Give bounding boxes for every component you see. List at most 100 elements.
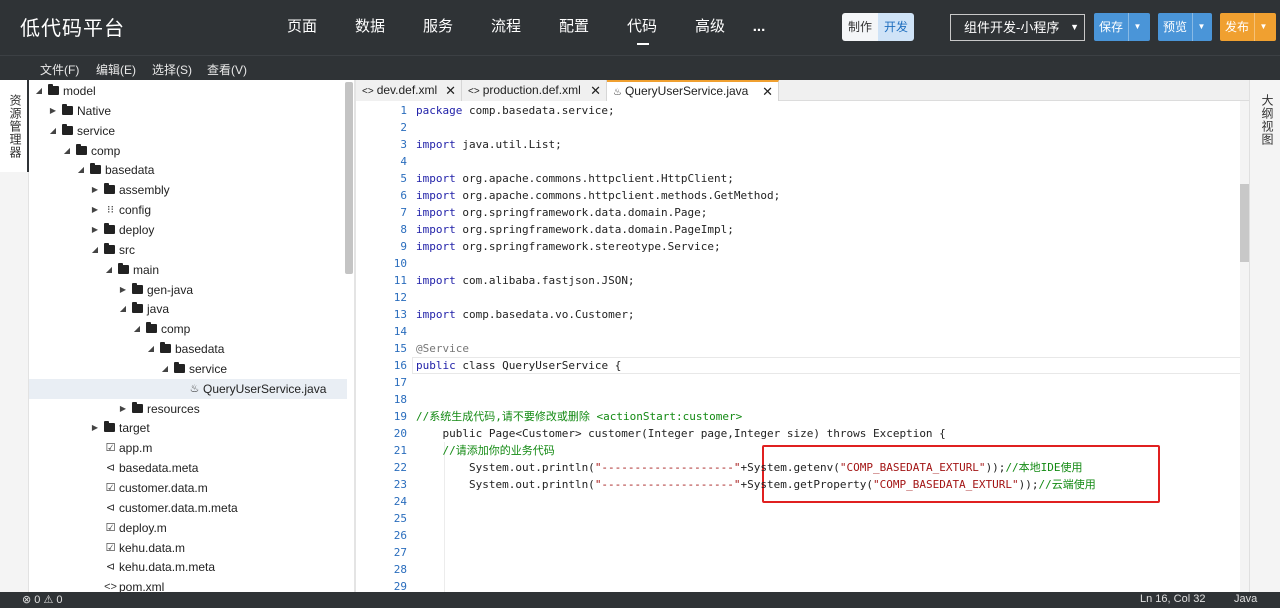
- expand-arrow-icon[interactable]: ▶: [48, 101, 58, 121]
- mode-make-button[interactable]: 制作: [842, 13, 878, 41]
- tree-item[interactable]: ▶ assembly: [29, 180, 347, 200]
- tab-queryuserservice-java[interactable]: ♨ QueryUserService.java ✕: [607, 80, 779, 102]
- code-line[interactable]: public class QueryUserService {: [416, 357, 621, 374]
- tree-item[interactable]: ▶ gen-java: [29, 280, 347, 300]
- code-line[interactable]: import org.apache.commons.httpclient.met…: [416, 187, 780, 204]
- nav-item[interactable]: 页面: [268, 0, 336, 55]
- tree-item[interactable]: ⊲ basedata.meta: [29, 458, 347, 478]
- editor-scrollbar[interactable]: [1240, 101, 1249, 592]
- save-dropdown-icon[interactable]: ▼: [1128, 13, 1146, 41]
- tree-item[interactable]: <> pom.xml: [29, 577, 347, 592]
- environment-select[interactable]: 组件开发-小程序 ▼: [950, 14, 1085, 41]
- collapse-arrow-icon[interactable]: ◢: [104, 260, 114, 280]
- problems-indicator[interactable]: ⊗ 0 ⚠ 0: [22, 593, 63, 606]
- nav-item[interactable]: 数据: [336, 0, 404, 55]
- tree-item[interactable]: ⊲ kehu.data.m.meta: [29, 557, 347, 577]
- mode-dev-button[interactable]: 开发: [878, 13, 914, 41]
- tree-item[interactable]: ▶ ⁝⁝ config: [29, 200, 347, 220]
- tree-item[interactable]: ▶ deploy: [29, 220, 347, 240]
- line-number: 16: [393, 359, 407, 372]
- error-count: 0: [34, 594, 41, 606]
- code-editor[interactable]: 1 package comp.basedata.service; 2 3 import …: [356, 101, 1240, 592]
- code-line[interactable]: public Page<Customer> customer(Integer p…: [416, 425, 945, 442]
- code-line[interactable]: import comp.basedata.vo.Customer;: [416, 306, 635, 323]
- expand-arrow-icon[interactable]: ▶: [90, 200, 100, 220]
- collapse-arrow-icon[interactable]: ◢: [48, 121, 58, 141]
- tree-item[interactable]: ▶ Native: [29, 101, 347, 121]
- code-line[interactable]: import org.apache.commons.httpclient.Htt…: [416, 170, 734, 187]
- code-line[interactable]: import com.alibaba.fastjson.JSON;: [416, 272, 635, 289]
- close-icon[interactable]: ✕: [445, 80, 456, 101]
- code-line[interactable]: import org.springframework.data.domain.P…: [416, 221, 734, 238]
- expand-arrow-icon[interactable]: ▶: [90, 418, 100, 438]
- language-mode[interactable]: Java: [1234, 593, 1257, 605]
- tree-item[interactable]: ◢ model: [29, 81, 347, 101]
- preview-button[interactable]: 预览 ▼: [1158, 13, 1212, 41]
- code-line[interactable]: import java.util.List;: [416, 136, 562, 153]
- code-line[interactable]: System.out.println("--------------------…: [416, 476, 1096, 493]
- preview-dropdown-icon[interactable]: ▼: [1192, 13, 1210, 41]
- tree-item[interactable]: ☑ kehu.data.m: [29, 538, 347, 558]
- tree-item[interactable]: ▶ resources: [29, 399, 347, 419]
- expand-arrow-icon[interactable]: ▶: [118, 280, 128, 300]
- nav-item[interactable]: 代码: [608, 0, 676, 55]
- tree-item[interactable]: ◢ comp: [29, 319, 347, 339]
- expand-arrow-icon[interactable]: ▶: [90, 220, 100, 240]
- save-button[interactable]: 保存 ▼: [1094, 13, 1150, 41]
- collapse-arrow-icon[interactable]: ◢: [146, 339, 156, 359]
- file-tree-scrollbar[interactable]: [345, 82, 353, 274]
- tree-item[interactable]: ▶ target: [29, 418, 347, 438]
- tree-item[interactable]: ◢ main: [29, 260, 347, 280]
- tree-item[interactable]: ◢ service: [29, 121, 347, 141]
- cursor-position[interactable]: Ln 16, Col 32: [1140, 593, 1205, 605]
- tree-item[interactable]: ◢ basedata: [29, 339, 347, 359]
- nav-more-button[interactable]: ...: [744, 0, 774, 55]
- nav-item[interactable]: 流程: [472, 0, 540, 55]
- tree-item[interactable]: ◢ src: [29, 240, 347, 260]
- tab-production-def-xml[interactable]: <> production.def.xml ✕: [462, 80, 607, 101]
- nav-item[interactable]: 配置: [540, 0, 608, 55]
- editor-scrollbar-thumb[interactable]: [1240, 184, 1249, 262]
- collapse-arrow-icon[interactable]: ◢: [62, 141, 72, 161]
- tab-dev-def-xml[interactable]: <> dev.def.xml ✕: [356, 80, 462, 101]
- tree-item[interactable]: ⊲ customer.data.m.meta: [29, 498, 347, 518]
- code-line[interactable]: import org.springframework.stereotype.Se…: [416, 238, 721, 255]
- tree-item[interactable]: ◢ basedata: [29, 160, 347, 180]
- close-icon[interactable]: ✕: [762, 82, 773, 101]
- code-line[interactable]: import org.springframework.data.domain.P…: [416, 204, 707, 221]
- menu-edit[interactable]: 编辑(E): [96, 61, 136, 78]
- code-line[interactable]: //系统生成代码,请不要修改或删除 <actionStart:customer>: [416, 408, 742, 425]
- tree-item-label: java: [147, 302, 170, 317]
- line-number: 18: [393, 393, 407, 406]
- line-number: 22: [393, 461, 407, 474]
- code-line[interactable]: package comp.basedata.service;: [416, 102, 615, 119]
- explorer-side-tab[interactable]: 资源管理器: [0, 80, 29, 172]
- publish-dropdown-icon[interactable]: ▼: [1254, 13, 1272, 41]
- tree-item[interactable]: ☑ app.m: [29, 438, 347, 458]
- collapse-arrow-icon[interactable]: ◢: [160, 359, 170, 379]
- menu-select[interactable]: 选择(S): [152, 61, 192, 78]
- collapse-arrow-icon[interactable]: ◢: [34, 81, 44, 101]
- nav-item[interactable]: 服务: [404, 0, 472, 55]
- close-icon[interactable]: ✕: [590, 80, 601, 101]
- menu-file[interactable]: 文件(F): [40, 61, 79, 78]
- outline-side-tab-label[interactable]: 大纲视图: [1259, 94, 1276, 146]
- nav-item[interactable]: 高级: [676, 0, 744, 55]
- expand-arrow-icon[interactable]: ▶: [118, 399, 128, 419]
- expand-arrow-icon[interactable]: ▶: [90, 180, 100, 200]
- collapse-arrow-icon[interactable]: ◢: [90, 240, 100, 260]
- menu-view[interactable]: 查看(V): [207, 61, 247, 78]
- collapse-arrow-icon[interactable]: ◢: [76, 160, 86, 180]
- collapse-arrow-icon[interactable]: ◢: [132, 319, 142, 339]
- tree-item[interactable]: ♨ QueryUserService.java: [29, 378, 347, 399]
- code-line[interactable]: System.out.println("--------------------…: [416, 459, 1083, 476]
- tree-item[interactable]: ◢ java: [29, 299, 347, 319]
- tree-item[interactable]: ☑ customer.data.m: [29, 478, 347, 498]
- code-line[interactable]: @Service: [416, 340, 469, 357]
- tree-item[interactable]: ◢ service: [29, 359, 347, 379]
- collapse-arrow-icon[interactable]: ◢: [118, 299, 128, 319]
- publish-button[interactable]: 发布 ▼: [1220, 13, 1276, 41]
- tree-item[interactable]: ◢ comp: [29, 141, 347, 161]
- tree-item[interactable]: ☑ deploy.m: [29, 518, 347, 538]
- code-line[interactable]: //请添加你的业务代码: [416, 442, 554, 459]
